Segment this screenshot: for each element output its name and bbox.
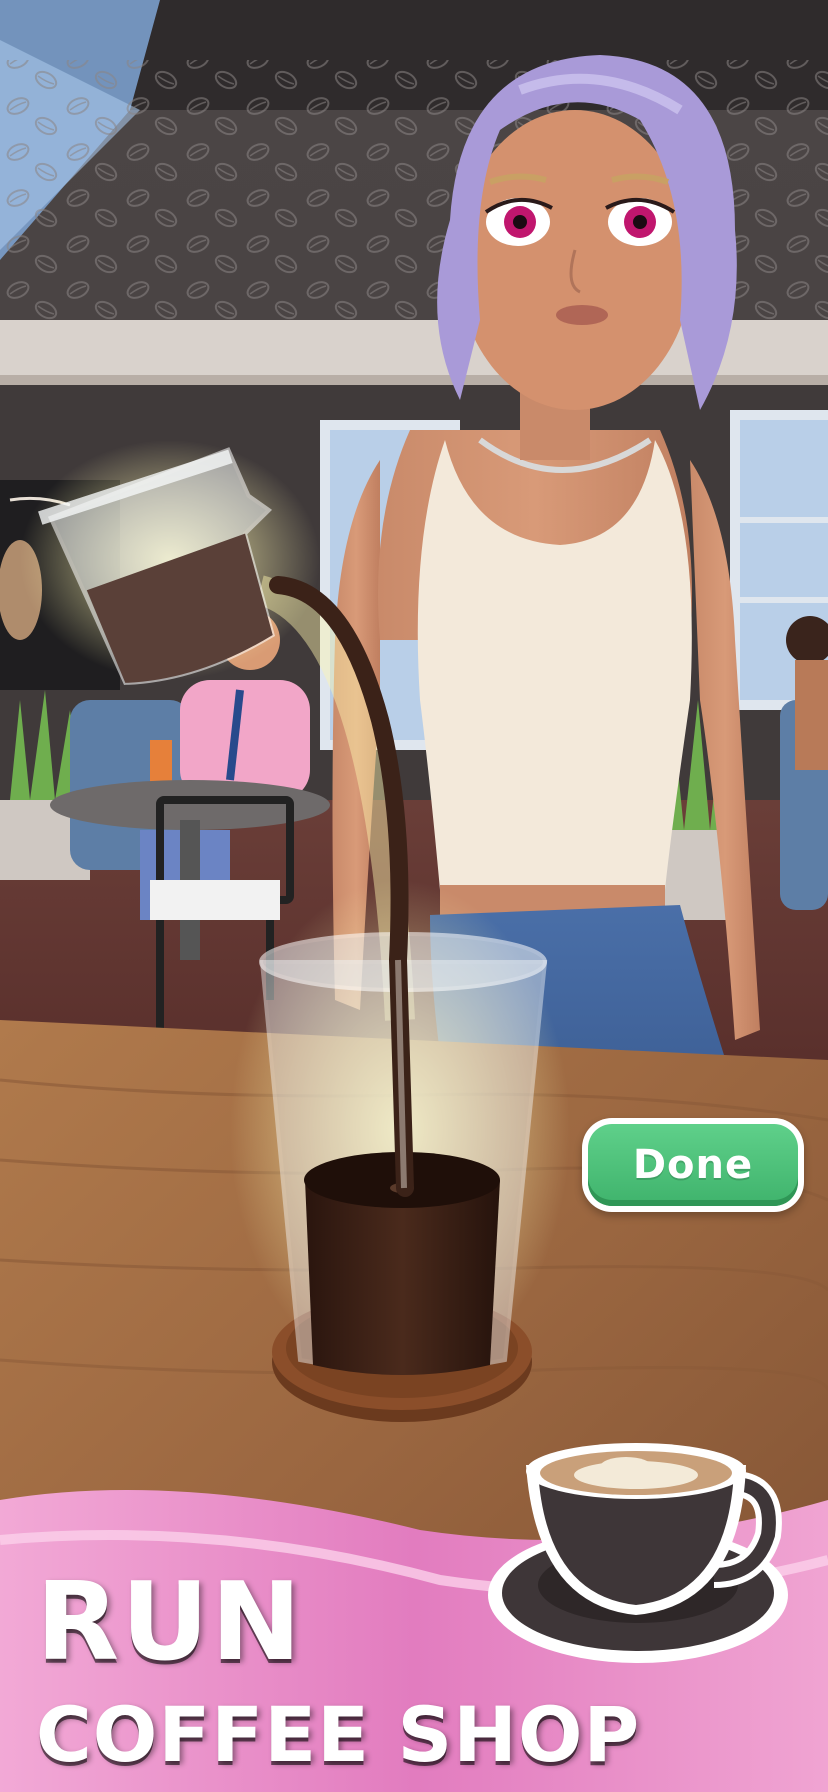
promo-headline-line2: COFFEE SHOP [36,1690,641,1779]
done-button-label: Done [632,1142,754,1188]
done-button-face: Done [588,1124,798,1206]
done-button[interactable]: Done [582,1118,804,1212]
promo-headline-line1: RUN [36,1560,304,1685]
coffee-cup-icon [488,1443,788,1663]
